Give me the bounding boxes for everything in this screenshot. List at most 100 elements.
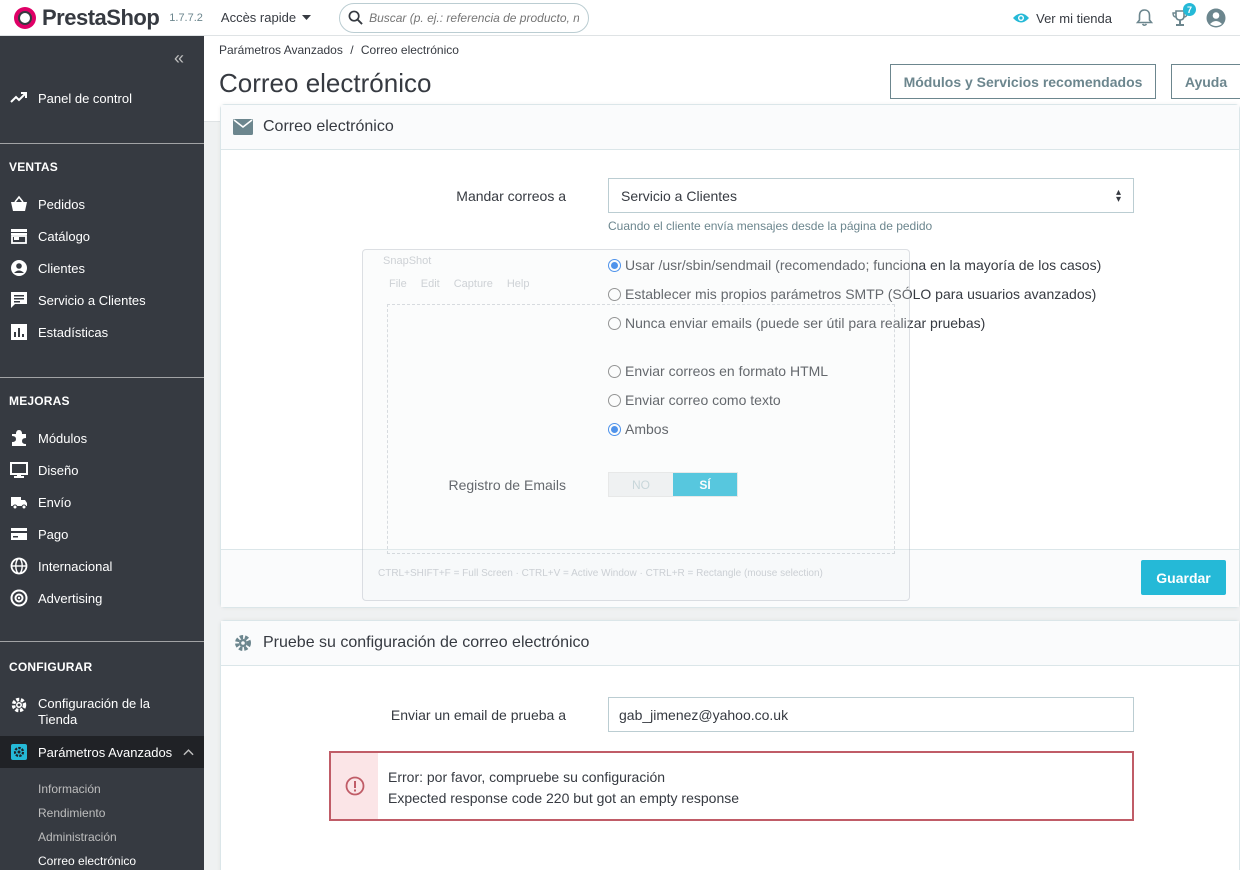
- sidebar-item-label: Servicio a Clientes: [38, 292, 146, 308]
- sidebar-item-label: Catálogo: [38, 228, 91, 244]
- alert-icon-area: [331, 753, 378, 819]
- radio-format-both[interactable]: Ambos: [608, 421, 669, 437]
- radio-smtp[interactable]: Establecer mis propios parámetros SMTP (…: [608, 286, 1096, 302]
- sidebar-item-international[interactable]: Internacional: [0, 556, 204, 576]
- switch-yes[interactable]: SÍ: [673, 473, 737, 496]
- panel-heading: Correo electrónico: [221, 105, 1239, 150]
- sidebar-item-label: Pedidos: [38, 196, 85, 212]
- radio-button-checked[interactable]: [608, 422, 621, 436]
- bell-icon: [1135, 9, 1153, 27]
- radio-format-text[interactable]: Enviar correo como texto: [608, 392, 781, 408]
- divider: [0, 377, 204, 378]
- email-log-label: Registro de Emails: [448, 477, 567, 493]
- test-email-panel: Pruebe su configuración de correo electr…: [220, 620, 1240, 870]
- sidebar-item-stats[interactable]: Estadísticas: [0, 322, 204, 342]
- radio-label: Enviar correos en formato HTML: [625, 363, 829, 379]
- panel-title: Pruebe su configuración de correo electr…: [263, 634, 590, 651]
- sidebar-subitem-administration[interactable]: Administración: [38, 830, 117, 844]
- bar-chart-icon: [11, 324, 27, 340]
- quick-access-label: Accès rapide: [220, 10, 297, 25]
- help-button[interactable]: Ayuda: [1171, 64, 1240, 99]
- puzzle-icon: [12, 430, 26, 446]
- quick-access-dropdown[interactable]: Accès rapide: [220, 10, 312, 25]
- top-header: PrestaShop 1.7.7.2 Accès rapide Ver mi t…: [0, 0, 1240, 36]
- brand-logo[interactable]: PrestaShop: [14, 4, 160, 31]
- orders-trophy-button[interactable]: 7: [1168, 3, 1196, 30]
- sidebar-item-store-config[interactable]: Configuración de la Tienda: [0, 696, 204, 728]
- test-email-label: Enviar un email de prueba a: [390, 707, 566, 723]
- email-log-switch[interactable]: NO SÍ: [608, 472, 738, 497]
- error-icon: [345, 776, 364, 796]
- radio-sendmail[interactable]: Usar /usr/sbin/sendmail (recomendado; fu…: [608, 257, 1101, 273]
- send-to-select[interactable]: Servicio a Clientes ▴ ▾: [608, 178, 1134, 213]
- caret-down-icon: [302, 14, 312, 20]
- test-email-input[interactable]: [608, 697, 1134, 732]
- radio-button[interactable]: [608, 287, 621, 301]
- radio-button[interactable]: [608, 316, 621, 330]
- send-to-value: Servicio a Clientes: [621, 187, 737, 204]
- panel-footer: Guardar: [221, 549, 1239, 607]
- sidebar-item-label: Configuración de la Tienda: [38, 696, 151, 727]
- notifications-button[interactable]: [1132, 6, 1156, 30]
- store-icon: [11, 229, 27, 244]
- view-store-label: Ver mi tienda: [1036, 10, 1112, 26]
- sidebar-item-advertising[interactable]: Advertising: [0, 588, 204, 608]
- gear-icon: [11, 697, 27, 713]
- radio-label: Usar /usr/sbin/sendmail (recomendado; fu…: [625, 257, 1102, 273]
- switch-no[interactable]: NO: [609, 473, 673, 496]
- sidebar-item-dashboard[interactable]: Panel de control: [0, 88, 204, 108]
- search-input[interactable]: [369, 10, 580, 25]
- trending-up-icon: [10, 92, 27, 103]
- radio-label: Nunca enviar emails (puede ser útil para…: [625, 315, 986, 331]
- view-store-link[interactable]: Ver mi tienda: [1012, 11, 1112, 26]
- sidebar-item-catalog[interactable]: Catálogo: [0, 226, 204, 246]
- radio-button[interactable]: [608, 364, 621, 378]
- sidebar-item-customers[interactable]: Clientes: [0, 258, 204, 278]
- sidebar-subitem-email[interactable]: Correo electrónico: [38, 854, 136, 868]
- panel-heading: Pruebe su configuración de correo electr…: [221, 621, 1239, 666]
- sidebar-item-modules[interactable]: Módulos: [0, 428, 204, 448]
- sidebar-item-payment[interactable]: Pago: [0, 524, 204, 544]
- sidebar-item-label: Panel de control: [38, 90, 132, 106]
- account-circle-icon: [11, 260, 27, 276]
- settings-applications-icon: [11, 744, 27, 760]
- breadcrumb-parent[interactable]: Parámetros Avanzados: [219, 43, 343, 57]
- eye-icon: [1013, 13, 1030, 23]
- sidebar-item-label: Internacional: [38, 558, 113, 574]
- radio-format-html[interactable]: Enviar correos en formato HTML: [608, 363, 828, 379]
- sidebar-item-customer-service[interactable]: Servicio a Clientes: [0, 290, 204, 310]
- chat-icon: [11, 292, 27, 308]
- radio-button[interactable]: [608, 393, 621, 407]
- sidebar-item-label: Módulos: [38, 430, 88, 446]
- page-title: Correo electrónico: [219, 68, 432, 98]
- sidebar-subitem-information[interactable]: Información: [38, 782, 101, 796]
- panel-title: Correo electrónico: [263, 118, 394, 135]
- user-avatar-icon: [1206, 8, 1226, 28]
- collapse-sidebar-icon[interactable]: «: [174, 48, 184, 69]
- sidebar-item-shipping[interactable]: Envío: [0, 492, 204, 512]
- sidebar-item-advanced-params[interactable]: Parámetros Avanzados: [0, 736, 204, 768]
- radio-label: Ambos: [625, 421, 669, 437]
- alert-line-1: Error: por favor, compruebe su configura…: [388, 769, 666, 785]
- recommended-modules-button[interactable]: Módulos y Servicios recomendados: [890, 64, 1156, 99]
- puffin-logo-icon: [14, 6, 36, 29]
- section-title-configurar: CONFIGURAR: [9, 660, 93, 674]
- send-to-help: Cuando el cliente envía mensajes desde l…: [608, 219, 933, 233]
- radio-label: Establecer mis propios parámetros SMTP (…: [625, 286, 1097, 302]
- send-to-label: Mandar correos a: [456, 188, 566, 204]
- radio-label: Enviar correo como texto: [625, 392, 781, 408]
- sidebar-subitem-performance[interactable]: Rendimiento: [38, 806, 105, 820]
- radio-button-checked[interactable]: [608, 258, 621, 272]
- version-number: 1.7.7.2: [169, 11, 203, 24]
- account-button[interactable]: [1204, 6, 1228, 30]
- search-box[interactable]: [339, 2, 590, 33]
- sidebar-item-design[interactable]: Diseño: [0, 460, 204, 480]
- save-button[interactable]: Guardar: [1141, 560, 1226, 595]
- shopping-basket-icon: [11, 195, 27, 211]
- sidebar-item-label: Envío: [38, 494, 72, 510]
- brand-name: PrestaShop: [42, 4, 160, 30]
- breadcrumb-separator: /: [350, 43, 354, 57]
- radio-never-send[interactable]: Nunca enviar emails (puede ser útil para…: [608, 315, 985, 331]
- sidebar-item-orders[interactable]: Pedidos: [0, 194, 204, 214]
- chevron-up-icon: [183, 749, 194, 756]
